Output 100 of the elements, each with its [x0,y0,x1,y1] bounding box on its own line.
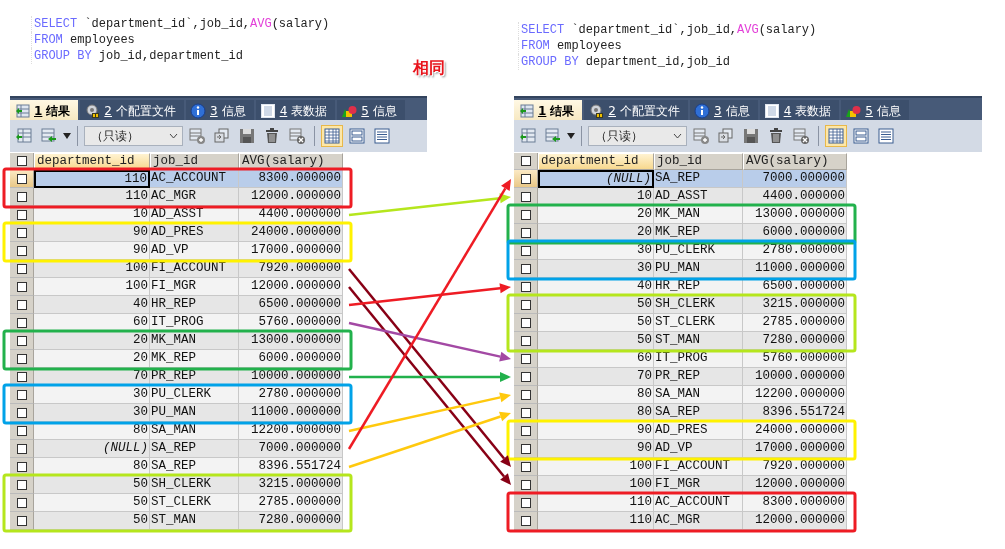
table-add-button[interactable] [186,125,208,147]
table-cell: 70 [538,368,654,386]
text-view-button[interactable] [371,125,393,147]
row-checkbox[interactable] [16,227,27,238]
column-header[interactable]: job_id [654,153,743,170]
table-cell: 30 [538,260,654,278]
table-add-button[interactable] [690,125,712,147]
row-checkbox[interactable] [520,299,531,310]
table-add-icon [188,127,206,145]
sql-line: GROUP BY job_id,department_id [31,48,243,64]
table-cell: ST_CLERK [150,494,239,512]
row-checkbox[interactable] [520,461,531,472]
form-view-button[interactable] [346,125,368,147]
table-delete-button[interactable] [286,125,308,147]
table-cell: HR_REP [150,296,239,314]
row-checkbox[interactable] [520,353,531,364]
form-view-button[interactable] [850,125,872,147]
column-header[interactable]: AVG(salary) [743,153,847,170]
grid-view-button[interactable] [825,125,847,147]
text-view-button[interactable] [875,125,897,147]
row-checkbox[interactable] [520,515,531,526]
tab[interactable]: 1 结果 [10,100,79,122]
mode-dropdown[interactable]: （只读） [84,126,183,146]
table-cell: FI_MGR [150,278,239,296]
table-add-icon [692,127,710,145]
row-checkbox[interactable] [16,173,27,184]
row-checkbox[interactable] [16,317,27,328]
row-checkbox[interactable] [16,389,27,400]
tab[interactable]: 2 个配置文件 [584,100,688,122]
row-checkbox[interactable] [520,443,531,454]
table-cell: AC_MGR [150,188,239,206]
table-cell: SA_REP [654,170,743,188]
row-checkbox[interactable] [520,425,531,436]
table-cell: ST_MAN [654,332,743,350]
row-checkbox[interactable] [16,245,27,256]
table-cell: (NULL) [538,170,654,188]
table-cell: ST_MAN [150,512,239,530]
row-checkbox[interactable] [16,497,27,508]
row-checkbox[interactable] [16,335,27,346]
row-checkbox[interactable] [520,191,531,202]
row-checkbox[interactable] [16,299,27,310]
row-checkbox[interactable] [16,191,27,202]
table-cell: SA_REP [150,440,239,458]
row-checkbox[interactable] [16,407,27,418]
row-checkbox[interactable] [520,281,531,292]
row-checkbox[interactable] [520,245,531,256]
column-header[interactable]: department_id [538,153,654,170]
tab[interactable]: 3 信息 [690,100,758,122]
table-delete-button[interactable] [790,125,812,147]
tab[interactable]: 5 信息 [337,100,405,122]
tab[interactable]: 3 信息 [186,100,254,122]
mode-dropdown[interactable]: （只读） [588,126,687,146]
table-icon [763,103,780,119]
info-icon [694,103,710,119]
table-cell: 80 [538,386,654,404]
row-checkbox[interactable] [16,461,27,472]
tab[interactable]: 4 表数据 [759,100,840,122]
table-cell: 17000.000000 [239,242,343,260]
row-checkbox[interactable] [520,497,531,508]
row-checkbox[interactable] [520,371,531,382]
export-icon [40,127,58,145]
row-checkbox[interactable] [16,515,27,526]
table-cell: AC_MGR [654,512,743,530]
tab[interactable]: 5 信息 [841,100,909,122]
row-checkbox[interactable] [520,407,531,418]
duplicate-icon [717,127,735,145]
row-checkbox[interactable] [16,263,27,274]
sql-line: SELECT `department_id`,job_id,AVG(salary) [31,16,330,32]
row-checkbox[interactable] [520,479,531,490]
row-checkbox[interactable] [520,173,531,184]
tab[interactable]: 2 个配置文件 [80,100,184,122]
table-cell: MK_REP [150,350,239,368]
tab[interactable]: 1 结果 [514,100,583,122]
info-icon [190,103,206,119]
table-cell: AD_VP [150,242,239,260]
row-checkbox[interactable] [16,443,27,454]
tab[interactable]: 4 表数据 [255,100,336,122]
form-view-icon [852,127,870,145]
select-all-checkbox[interactable] [16,156,27,166]
row-checkbox[interactable] [520,227,531,238]
row-checkbox[interactable] [16,209,27,220]
row-checkbox[interactable] [16,281,27,292]
grid-view-button[interactable] [321,125,343,147]
row-checkbox[interactable] [16,353,27,364]
row-checkbox[interactable] [520,209,531,220]
table-cell: 90 [34,242,150,260]
row-checkbox[interactable] [16,371,27,382]
row-checkbox[interactable] [520,389,531,400]
row-checkbox[interactable] [16,425,27,436]
row-checkbox[interactable] [16,479,27,490]
table-cell: ST_CLERK [654,314,743,332]
table-cell: 2785.000000 [743,314,847,332]
row-checkbox[interactable] [520,317,531,328]
table-cell: 7280.000000 [743,332,847,350]
row-checkbox[interactable] [520,335,531,346]
text-view-icon [877,127,895,145]
select-all-checkbox[interactable] [520,156,531,166]
table-delete-icon [792,127,810,145]
table-cell: 30 [34,404,150,422]
row-checkbox[interactable] [520,263,531,274]
